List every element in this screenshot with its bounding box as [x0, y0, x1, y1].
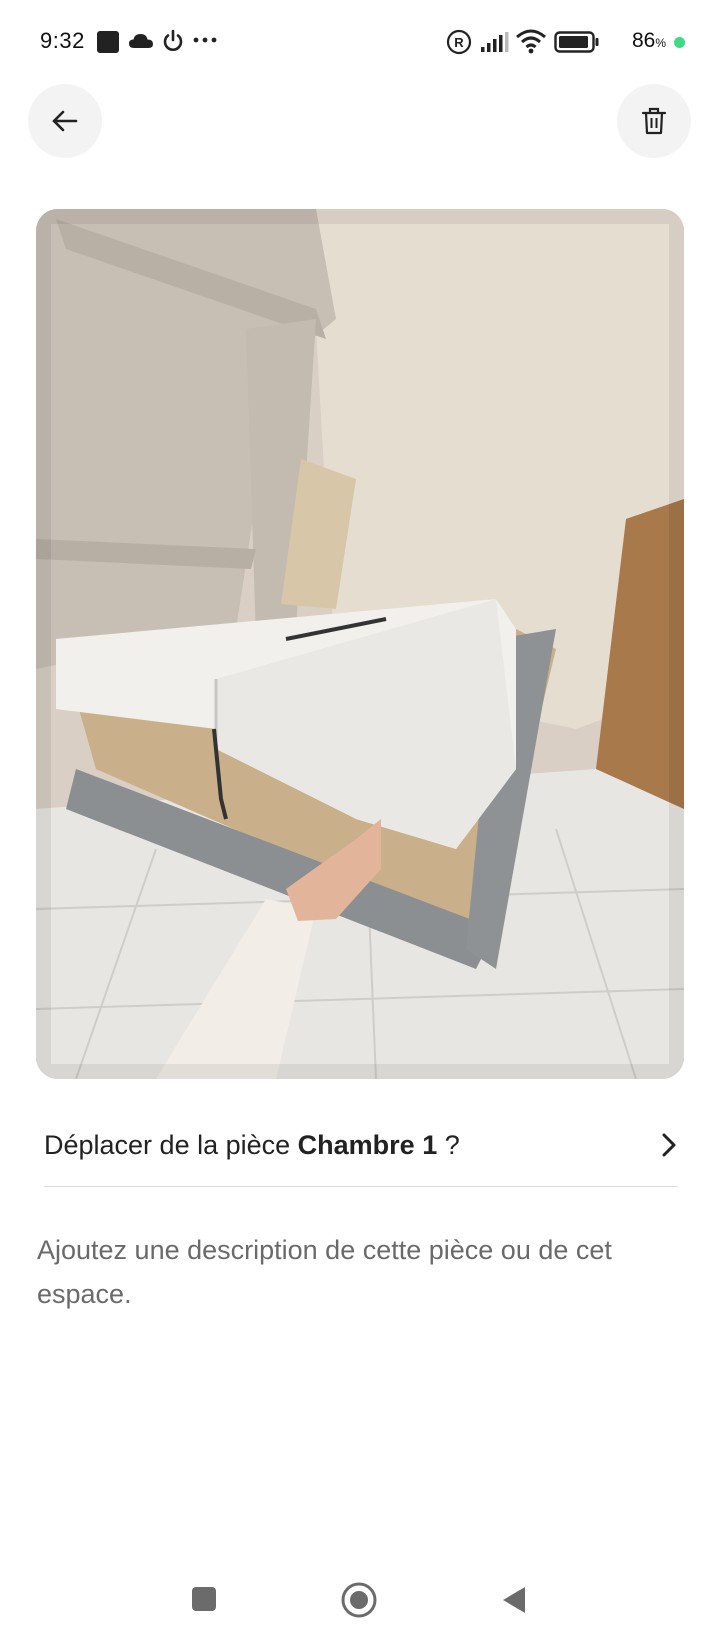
description-field[interactable]: Ajoutez une description de cette pièce o… — [37, 1228, 677, 1316]
room-photo[interactable] — [36, 209, 684, 1079]
registered-icon: R — [446, 29, 472, 55]
delete-photo-button[interactable] — [617, 84, 691, 158]
battery-percent: 86% — [632, 29, 667, 52]
notification-square-icon — [97, 31, 119, 53]
home-circle-icon[interactable] — [340, 1581, 378, 1619]
photo-of-bed — [36, 209, 684, 1079]
privacy-indicator-dot — [674, 37, 685, 48]
svg-text:R: R — [454, 35, 464, 50]
more-dots-icon — [193, 37, 217, 43]
status-time: 9:32 — [40, 28, 85, 53]
arrow-left-icon — [52, 110, 78, 132]
recents-square-icon[interactable] — [190, 1585, 218, 1613]
trash-icon — [641, 107, 667, 135]
back-triangle-icon[interactable] — [500, 1585, 528, 1615]
chevron-right-icon — [662, 1133, 676, 1157]
power-icon — [163, 29, 183, 51]
signal-icon — [481, 32, 509, 52]
move-room-label: Déplacer de la pièce Chambre 1 ? — [44, 1129, 460, 1160]
room-name: Chambre 1 — [297, 1129, 438, 1160]
status-bar: 9:32 R 86% — [0, 0, 720, 86]
wifi-icon — [516, 29, 546, 54]
battery-icon — [554, 31, 599, 53]
move-room-row[interactable]: Déplacer de la pièce Chambre 1 ? — [44, 1104, 678, 1187]
cloud-icon — [129, 34, 153, 48]
back-button[interactable] — [28, 84, 102, 158]
